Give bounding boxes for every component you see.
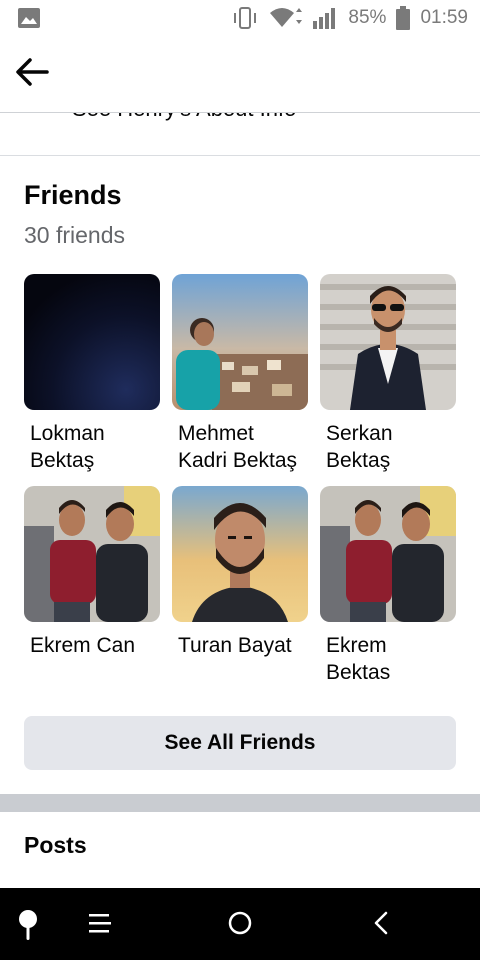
friend-name[interactable]: Ekrem Bektas xyxy=(320,632,454,686)
status-bar: 85% 01:59 xyxy=(0,0,480,36)
wifi-icon xyxy=(268,6,303,30)
about-spacer xyxy=(0,122,480,155)
friend-card[interactable]: Mehmet Kadri Bektaş xyxy=(172,274,308,474)
friend-card[interactable]: Serkan Bektaş xyxy=(320,274,456,474)
app-bar xyxy=(0,36,480,112)
friend-name[interactable]: Lokman Bektaş xyxy=(24,420,158,474)
signal-icon xyxy=(312,7,338,29)
clock: 01:59 xyxy=(420,7,468,28)
friend-name[interactable]: Mehmet Kadri Bektaş xyxy=(172,420,306,474)
friend-photo[interactable] xyxy=(24,486,160,622)
see-all-friends-button[interactable]: See All Friends xyxy=(24,716,456,770)
vibrate-icon xyxy=(232,6,258,30)
arrow-left-icon xyxy=(16,58,49,86)
friend-photo[interactable] xyxy=(320,274,456,410)
friend-photo[interactable] xyxy=(320,486,456,622)
section-divider xyxy=(0,155,480,156)
back-button[interactable] xyxy=(14,56,58,96)
battery-icon xyxy=(396,6,411,30)
friend-name[interactable]: Ekrem Can xyxy=(24,632,158,659)
menu-icon[interactable] xyxy=(78,902,122,946)
friends-count: 30 friends xyxy=(24,222,126,248)
friend-name[interactable]: Turan Bayat xyxy=(172,632,306,659)
friend-card[interactable]: Ekrem Can xyxy=(24,486,160,659)
friend-photo[interactable] xyxy=(172,486,308,622)
pin-icon[interactable] xyxy=(8,902,52,946)
battery-percent: 85% xyxy=(348,7,387,28)
friend-photo[interactable] xyxy=(172,274,308,410)
friend-card[interactable]: Lokman Bektaş xyxy=(24,274,160,474)
friend-card[interactable]: Turan Bayat xyxy=(172,486,308,659)
posts-title: Posts xyxy=(24,832,87,858)
back-chevron-icon[interactable] xyxy=(360,902,404,946)
home-circle-icon[interactable] xyxy=(218,902,262,946)
app-bar-border xyxy=(0,112,480,113)
section-separator xyxy=(0,794,480,812)
friends-title: Friends xyxy=(24,180,122,210)
system-nav-bar xyxy=(0,888,480,960)
friend-name[interactable]: Serkan Bektaş xyxy=(320,420,454,474)
friend-photo[interactable] xyxy=(24,274,160,410)
gallery-icon xyxy=(18,8,40,33)
friend-card[interactable]: Ekrem Bektas xyxy=(320,486,456,686)
